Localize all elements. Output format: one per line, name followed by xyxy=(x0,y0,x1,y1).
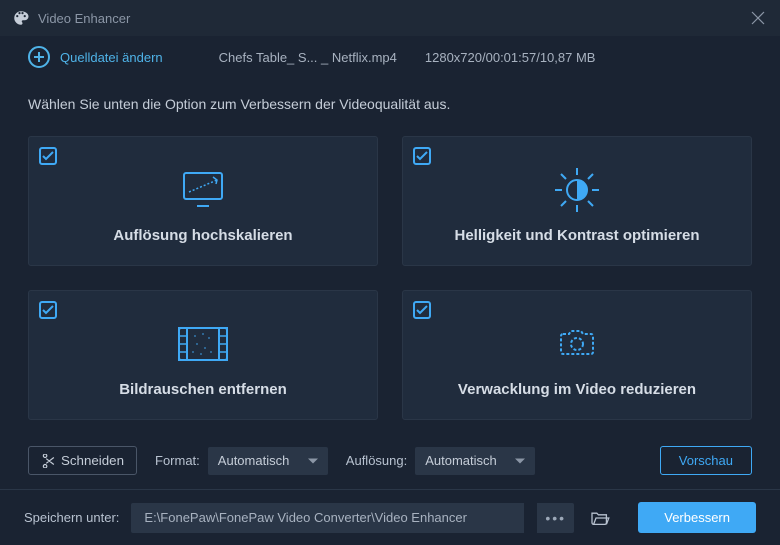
change-source-label: Quelldatei ändern xyxy=(60,50,163,65)
cut-button[interactable]: Schneiden xyxy=(28,446,137,475)
check-icon xyxy=(416,151,428,161)
resolution-group: Auflösung: Automatisch xyxy=(346,447,535,475)
close-icon xyxy=(751,11,765,25)
checkbox-deshake[interactable] xyxy=(413,301,431,319)
enhance-button[interactable]: Verbessern xyxy=(638,502,756,533)
dots-icon: ••• xyxy=(545,510,566,526)
more-options-button[interactable]: ••• xyxy=(536,503,574,533)
resolution-select[interactable]: Automatisch xyxy=(415,447,535,475)
main-area: Wählen Sie unten die Option zum Verbesse… xyxy=(0,78,780,485)
card-deshake[interactable]: Verwacklung im Video reduzieren xyxy=(402,290,752,420)
save-path-input[interactable] xyxy=(131,503,524,533)
open-folder-button[interactable] xyxy=(586,504,614,532)
check-icon xyxy=(42,305,54,315)
check-icon xyxy=(42,151,54,161)
toolbar: Quelldatei ändern Chefs Table_ S... _ Ne… xyxy=(0,36,780,78)
card-deshake-label: Verwacklung im Video reduzieren xyxy=(458,381,696,398)
scissors-icon xyxy=(41,454,55,468)
card-upscale-label: Auflösung hochskalieren xyxy=(113,227,292,244)
card-denoise-label: Bildrauschen entfernen xyxy=(119,381,287,398)
format-label: Format: xyxy=(155,453,200,468)
instruction-text: Wählen Sie unten die Option zum Verbesse… xyxy=(28,96,752,112)
resolution-value: Automatisch xyxy=(425,453,497,468)
format-value: Automatisch xyxy=(218,453,290,468)
film-noise-icon xyxy=(175,317,231,371)
preview-button[interactable]: Vorschau xyxy=(660,446,752,475)
close-button[interactable] xyxy=(748,8,768,28)
titlebar: Video Enhancer xyxy=(0,0,780,36)
brightness-icon xyxy=(552,163,602,217)
change-source-button[interactable]: Quelldatei ändern xyxy=(28,46,163,68)
format-group: Format: Automatisch xyxy=(155,447,328,475)
save-label: Speichern unter: xyxy=(24,510,119,525)
resolution-label: Auflösung: xyxy=(346,453,407,468)
cut-label: Schneiden xyxy=(61,453,124,468)
checkbox-upscale[interactable] xyxy=(39,147,57,165)
file-metadata: 1280x720/00:01:57/10,87 MB xyxy=(425,50,596,65)
card-upscale[interactable]: Auflösung hochskalieren xyxy=(28,136,378,266)
app-title: Video Enhancer xyxy=(38,11,748,26)
card-brightness-label: Helligkeit und Kontrast optimieren xyxy=(454,227,699,244)
camera-shake-icon xyxy=(549,317,605,371)
check-icon xyxy=(416,305,428,315)
card-brightness[interactable]: Helligkeit und Kontrast optimieren xyxy=(402,136,752,266)
format-select[interactable]: Automatisch xyxy=(208,447,328,475)
folder-open-icon xyxy=(590,510,610,526)
checkbox-denoise[interactable] xyxy=(39,301,57,319)
filename-text: Chefs Table_ S... _ Netflix.mp4 xyxy=(219,50,397,65)
plus-circle-icon xyxy=(28,46,50,68)
card-denoise[interactable]: Bildrauschen entfernen xyxy=(28,290,378,420)
monitor-upscale-icon xyxy=(179,163,227,217)
options-grid: Auflösung hochskalieren Helligkeit und K… xyxy=(28,136,752,420)
bottombar: Speichern unter: ••• Verbessern xyxy=(0,489,780,545)
palette-icon xyxy=(12,9,30,27)
controls-row: Schneiden Format: Automatisch Auflösung:… xyxy=(28,446,752,475)
checkbox-brightness[interactable] xyxy=(413,147,431,165)
